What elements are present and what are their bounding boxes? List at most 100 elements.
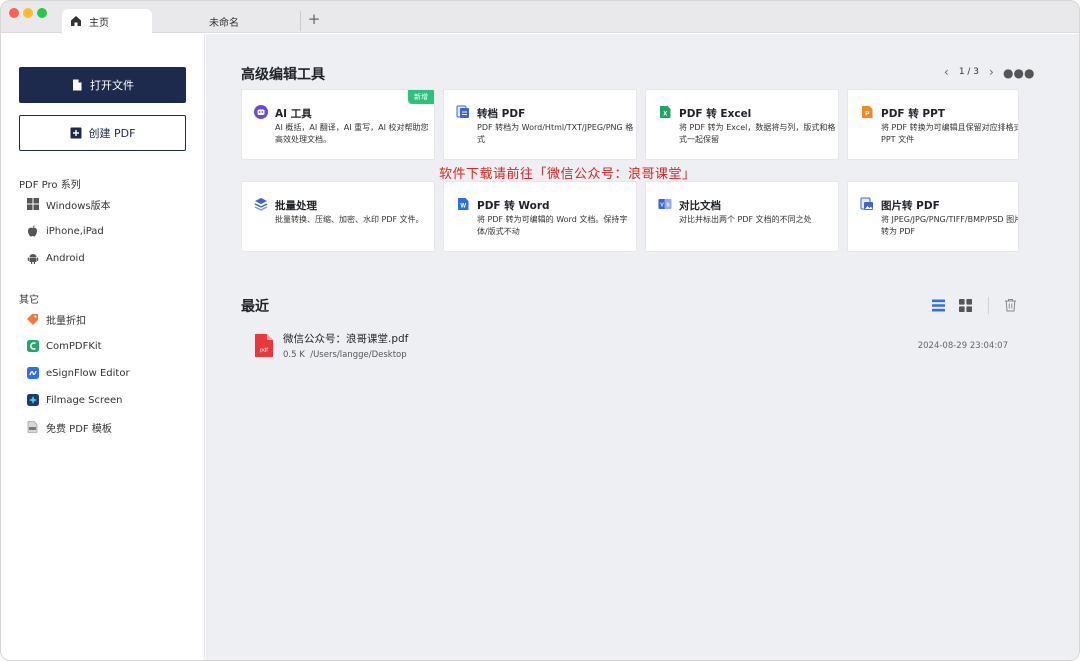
card-title: 图片转 PDF: [881, 200, 940, 212]
tool-card-pdf-to-ppt[interactable]: P PDF 转 PPT 将 PDF 转换为可编辑且保留对应排格式的 PPT 文件: [847, 89, 1019, 160]
file-icon: [73, 79, 82, 91]
recent-file-date: 2024-08-29 23:04:07: [917, 341, 1008, 351]
watermark-text: 软件下载请前往「微信公众号：浪哥课堂」: [439, 167, 696, 182]
tool-card-batch[interactable]: 批量处理 批量转换、压缩、加密、水印 PDF 文件。: [241, 181, 435, 252]
pdf-file-icon: pdf: [255, 334, 273, 357]
pager-text: 1 / 3: [958, 67, 980, 77]
filmage-icon: [26, 394, 39, 407]
tab-home-label: 主页: [89, 17, 109, 29]
ai-icon: [254, 105, 268, 119]
close-window-button[interactable]: [9, 8, 19, 18]
recent-file-path: /Users/langge/Desktop: [310, 350, 407, 360]
create-pdf-button[interactable]: 创建 PDF: [19, 115, 186, 151]
card-title: 对比文档: [679, 200, 721, 212]
compare-icon: VS: [658, 199, 672, 209]
sidebar-item-android[interactable]: Android: [26, 250, 85, 266]
card-title: AI 工具: [275, 108, 312, 120]
sidebar-item-free-pdf-templates[interactable]: 免费 PDF 模板: [26, 419, 112, 435]
new-badge: 新增: [408, 90, 434, 104]
tool-card-convert-pdf[interactable]: 转档 PDF PDF 转档为 Word/Html/TXT/JPEG/PNG 格式: [443, 89, 637, 160]
tab-home[interactable]: 主页: [62, 9, 152, 33]
section-pdf-pro: PDF Pro 系列: [19, 180, 81, 191]
card-description: AI 概括，AI 翻译，AI 重写，AI 校对帮助您高效处理文档。: [275, 123, 429, 144]
recent-file-row[interactable]: pdf 微信公众号：浪哥课堂.pdf 0.5 K /Users/langge/D…: [244, 324, 1014, 370]
sidebar-item-label: 批量折扣: [46, 315, 86, 327]
create-pdf-label: 创建 PDF: [88, 127, 136, 140]
sidebar-item-label: eSignFlow Editor: [46, 367, 130, 379]
tool-card-ai[interactable]: AI 工具 AI 概括，AI 翻译，AI 重写，AI 校对帮助您高效处理文档。 …: [241, 89, 435, 160]
card-title: PDF 转 Word: [477, 200, 550, 212]
image-pdf-icon: [860, 197, 873, 210]
open-file-button[interactable]: 打开文件: [19, 67, 186, 103]
toolbar-divider: [988, 297, 989, 314]
title-bar: 主页 未命名 +: [1, 1, 1079, 33]
card-title: 批量处理: [275, 200, 317, 212]
tools-title: 高级编辑工具: [241, 67, 325, 83]
sidebar-item-label: 免费 PDF 模板: [46, 423, 112, 435]
svg-text:pdf: pdf: [260, 348, 268, 354]
card-title: PDF 转 Excel: [679, 108, 752, 120]
trash-icon[interactable]: [1004, 298, 1017, 312]
recent-file-name: 微信公众号：浪哥课堂.pdf: [283, 333, 409, 345]
layers-icon: [254, 198, 268, 211]
sidebar-item-filmage-screen[interactable]: Filmage Screen: [26, 392, 123, 408]
word-icon: W: [458, 198, 469, 210]
tools-pager: ‹ 1 / 3 ›: [934, 65, 1004, 79]
tool-card-image-to-pdf[interactable]: 图片转 PDF 将 JPEG/JPG/PNG/TIFF/BMP/PSD 图片格式…: [847, 181, 1019, 252]
section-other: 其它: [19, 295, 39, 306]
add-tab-button[interactable]: +: [307, 10, 321, 28]
app-window: 主页 未命名 + 打开文件 创建 PDF PDF Pro 系列 Windows版…: [0, 0, 1080, 661]
recent-title: 最近: [241, 299, 269, 315]
sidebar-item-label: iPhone,iPad: [46, 225, 104, 237]
sidebar-item-iphone-ipad[interactable]: iPhone,iPad: [26, 223, 104, 239]
recent-file-size: 0.5 K: [283, 350, 305, 360]
convert-icon: [456, 105, 469, 118]
maximize-window-button[interactable]: [37, 8, 47, 18]
card-description: 将 PDF 转为 Excel，数据将与列，版式和格式一起保留: [679, 123, 836, 144]
plus-square-icon: [70, 127, 82, 139]
sidebar-item-compdfkit[interactable]: ComPDFKit: [26, 338, 102, 354]
card-description: 将 PDF 转换为可编辑且保留对应排格式的 PPT 文件: [881, 123, 1019, 144]
chevron-right-icon[interactable]: ›: [989, 65, 994, 79]
esignflow-icon: [26, 367, 39, 380]
windows-icon: [26, 198, 39, 211]
android-icon: [26, 252, 39, 265]
card-description: 将 JPEG/JPG/PNG/TIFF/BMP/PSD 图片格式转为 PDF: [881, 215, 1018, 236]
compdfkit-icon: [26, 340, 39, 353]
sidebar-item-windows[interactable]: Windows版本: [26, 196, 111, 212]
card-description: PDF 转档为 Word/Html/TXT/JPEG/PNG 格式: [477, 123, 634, 144]
svg-text:P: P: [865, 112, 869, 118]
sidebar-item-label: Android: [46, 252, 85, 264]
minimize-window-button[interactable]: [23, 8, 33, 18]
card-title: PDF 转 PPT: [881, 108, 945, 120]
tool-card-pdf-to-excel[interactable]: X PDF 转 Excel 将 PDF 转为 Excel，数据将与列，版式和格式…: [645, 89, 839, 160]
grid-view-icon[interactable]: [959, 299, 972, 312]
sidebar-item-bulk-discount[interactable]: 批量折扣: [26, 311, 86, 327]
card-description: 批量转换、压缩、加密、水印 PDF 文件。: [275, 215, 424, 224]
tab-untitled-label: 未命名: [209, 17, 239, 29]
tool-card-compare[interactable]: VS 对比文档 对比并标出两个 PDF 文档的不同之处: [645, 181, 839, 252]
svg-text:X: X: [663, 112, 667, 118]
home-icon: [71, 16, 81, 26]
card-title: 转档 PDF: [477, 108, 526, 120]
apple-icon: [26, 225, 39, 238]
list-view-icon[interactable]: [932, 299, 945, 312]
open-file-label: 打开文件: [90, 79, 134, 92]
svg-text:W: W: [460, 204, 466, 210]
card-description: 将 PDF 转为可编辑的 Word 文档。保持字体/版式不动: [477, 215, 628, 236]
pdf-template-icon: [26, 421, 39, 434]
sidebar-item-label: ComPDFKit: [46, 340, 102, 352]
sidebar-item-label: Filmage Screen: [46, 394, 123, 406]
tool-card-pdf-to-word[interactable]: W PDF 转 Word 将 PDF 转为可编辑的 Word 文档。保持字体/版…: [443, 181, 637, 252]
sidebar-item-esignflow[interactable]: eSignFlow Editor: [26, 365, 130, 381]
excel-icon: X: [660, 106, 671, 118]
card-description: 对比并标出两个 PDF 文档的不同之处: [679, 215, 812, 224]
sidebar: 打开文件 创建 PDF PDF Pro 系列 Windows版本 iPhone,…: [1, 34, 205, 660]
chevron-left-icon[interactable]: ‹: [944, 65, 949, 79]
recent-file-meta: 0.5 K /Users/langge/Desktop: [283, 350, 407, 360]
more-options-icon[interactable]: ●●●: [1003, 66, 1034, 80]
ppt-icon: P: [862, 106, 873, 118]
sidebar-item-label: Windows版本: [46, 200, 111, 212]
tag-icon: [26, 313, 39, 326]
tab-untitled[interactable]: 未命名: [161, 11, 301, 31]
